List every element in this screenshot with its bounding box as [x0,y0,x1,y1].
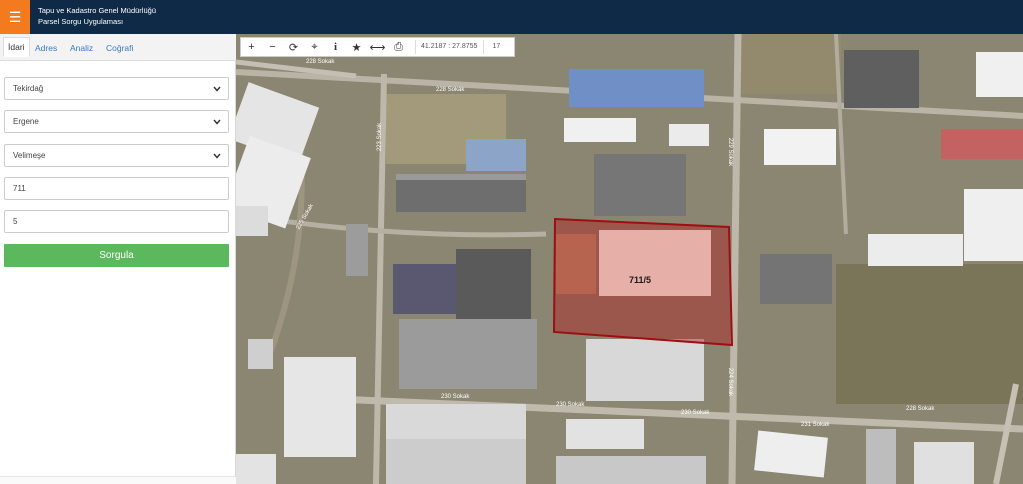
neighborhood-value: Velimeşe [13,151,46,160]
info-icon: i [333,41,338,53]
parcel-label: 711/5 [629,275,652,285]
road-label-229: 229 Sokak [727,137,734,167]
block-input[interactable]: 711 [4,177,229,200]
tab-adres[interactable]: Adres [35,43,57,53]
road-label-224: 224 Sokak [727,367,734,397]
parcel-input[interactable]: 5 [4,210,229,233]
locate-icon: ⌖ [311,40,318,53]
tab-analiz[interactable]: Analiz [70,43,93,53]
print-button[interactable]: ⎙ [388,38,409,56]
zoom-out-button[interactable]: − [262,38,283,56]
road-label-230-east: 230 Sokak [681,410,710,416]
chevron-down-icon [213,119,221,125]
star-icon: ★ [351,41,362,54]
road-label-228: 228 Sokak [436,87,465,93]
district-select[interactable]: Ergene [4,110,229,133]
menu-button[interactable]: ☰ [0,0,30,34]
map-toolbar: + − ⟳ ⌖ i ★ ⟷ ⎙ 41.2187 : 27.8755 17 [240,37,515,57]
tab-idari[interactable]: İdari [3,37,30,57]
tab-bar: İdari Adres Analiz Coğrafi [0,34,236,61]
app-header: ☰ Tapu ve Kadastro Genel Müdürlüğü Parse… [0,0,1023,34]
parcel-value: 5 [13,217,18,226]
road-label-230-west: 230 Sokak [441,394,470,400]
chevron-down-icon [213,86,221,92]
app-title-line2: Parsel Sorgu Uygulaması [38,17,124,26]
block-value: 711 [13,184,26,193]
road-label-223: 223 Sokak [377,122,384,152]
refresh-button[interactable]: ⟳ [283,38,304,56]
app-title: Tapu ve Kadastro Genel Müdürlüğü Parsel … [38,5,156,27]
favorite-button[interactable]: ★ [346,38,367,56]
measure-icon: ⟷ [369,41,386,54]
panel-footer [0,476,236,484]
road-label-231: 231 Sokak [801,422,830,428]
measure-button[interactable]: ⟷ [367,38,388,56]
district-value: Ergene [13,117,39,126]
hamburger-icon: ☰ [8,8,22,25]
zoom-out-icon: − [269,41,276,53]
zoom-in-button[interactable]: + [241,38,262,56]
province-select[interactable]: Tekirdağ [4,77,229,100]
province-value: Tekirdağ [13,84,44,93]
tab-cografi[interactable]: Coğrafi [106,43,133,53]
satellite-imagery [236,34,1023,484]
locate-button[interactable]: ⌖ [304,38,325,56]
coordinate-readout: 41.2187 : 27.8755 [415,40,477,54]
info-button[interactable]: i [325,38,346,56]
query-panel: İdari Adres Analiz Coğrafi Tekirdağ Erge… [0,34,236,484]
chevron-down-icon [213,153,221,159]
query-button[interactable]: Sorgula [4,244,229,267]
print-icon: ⎙ [394,40,403,53]
refresh-icon: ⟳ [288,41,299,54]
zoom-level: 17 [483,40,500,54]
app-title-line1: Tapu ve Kadastro Genel Müdürlüğü [38,6,156,15]
neighborhood-select[interactable]: Velimeşe [4,144,229,167]
zoom-in-icon: + [248,41,255,53]
map-view[interactable]: 228 Sokak 228 Sokak 223 Sokak 229 Sokak … [236,34,1023,484]
road-label-230-mid: 230 Sokak [556,402,585,408]
road-label-228-east: 228 Sokak [906,406,935,412]
road-label-228-west: 228 Sokak [306,59,335,65]
